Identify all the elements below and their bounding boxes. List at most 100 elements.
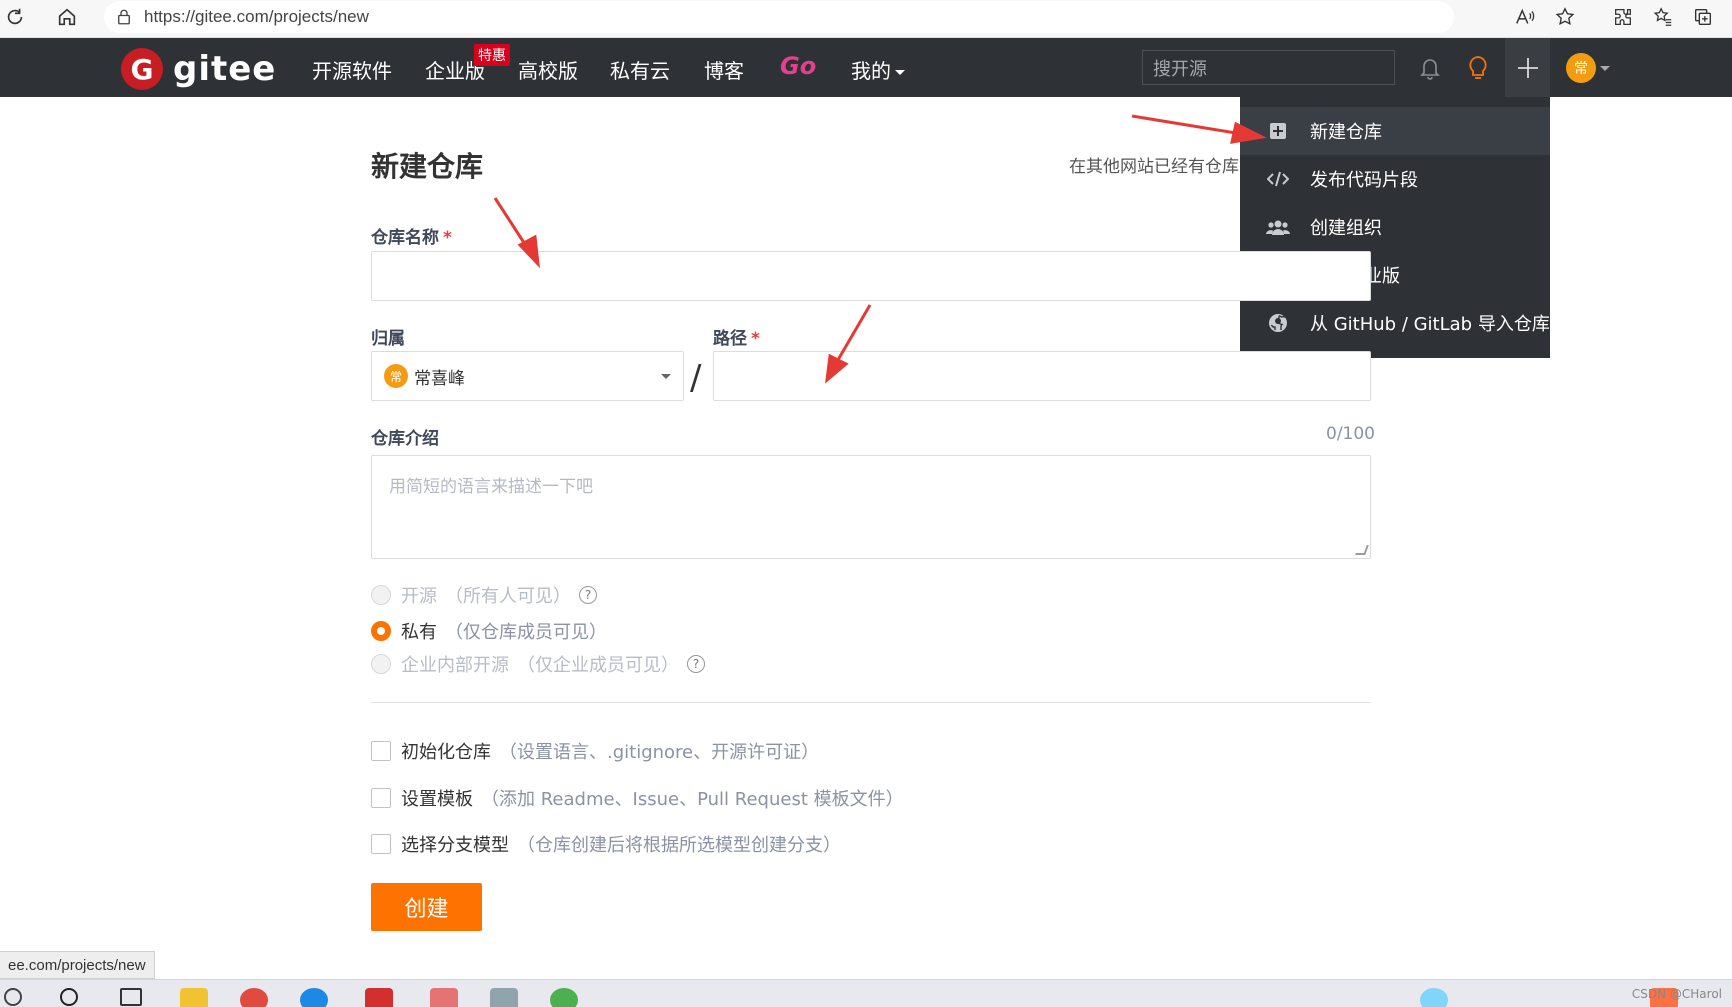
- create-button[interactable]: 创建: [371, 883, 482, 931]
- checkbox-hint: （添加 Readme、Issue、Pull Request 模板文件）: [481, 789, 904, 810]
- chevron-down-icon: [661, 374, 671, 379]
- favorites-icon[interactable]: [1648, 2, 1678, 32]
- menu-item-create-org[interactable]: 创建组织: [1240, 203, 1550, 251]
- menu-item-publish-snippet[interactable]: 发布代码片段: [1240, 155, 1550, 203]
- checkbox[interactable]: [371, 834, 391, 854]
- checkbox[interactable]: [371, 741, 391, 761]
- chevron-down-icon: [895, 70, 905, 75]
- owner-select[interactable]: 常 常喜峰: [371, 351, 684, 401]
- radio-label: 开源: [401, 586, 437, 607]
- radio-hint: （仅仓库成员可见）: [445, 622, 607, 643]
- checkbox[interactable]: [371, 788, 391, 808]
- nav-university[interactable]: 高校版: [518, 55, 578, 84]
- gitee-logo[interactable]: G gitee: [121, 48, 276, 90]
- file-explorer-icon[interactable]: [180, 988, 208, 1007]
- create-menu-button[interactable]: [1505, 38, 1550, 97]
- required-mark: *: [751, 329, 760, 349]
- help-icon[interactable]: ?: [579, 586, 597, 604]
- path-label-text: 路径: [713, 329, 747, 349]
- page-title: 新建仓库: [371, 150, 484, 183]
- menu-item-label: 发布代码片段: [1310, 170, 1418, 191]
- nav-mine[interactable]: 我的: [851, 55, 905, 84]
- menu-item-label: 从 GitHub / GitLab 导入仓库: [1310, 314, 1550, 335]
- import-hint-link[interactable]: 在其他网站已经有仓库: [1069, 152, 1240, 177]
- visibility-enterprise-internal[interactable]: 企业内部开源 （仅企业成员可见） ?: [371, 651, 705, 677]
- nav-go[interactable]: Go: [780, 52, 816, 80]
- gitee-logo-icon: G: [121, 48, 163, 90]
- lock-icon[interactable]: [104, 8, 144, 26]
- radio-button-selected[interactable]: [371, 621, 391, 641]
- option-branch-model[interactable]: 选择分支模型 （仓库创建后将根据所选模型创建分支）: [371, 831, 841, 857]
- checkbox-label: 选择分支模型: [401, 835, 509, 856]
- user-avatar[interactable]: 常: [1566, 53, 1596, 83]
- extensions-icon[interactable]: [1608, 2, 1638, 32]
- visibility-open-source[interactable]: 开源 （所有人可见） ?: [371, 582, 597, 608]
- collections-icon[interactable]: [1688, 2, 1718, 32]
- search-input[interactable]: 搜开源: [1142, 50, 1395, 85]
- lightbulb-icon[interactable]: [1462, 52, 1494, 84]
- browser-toolbar: https://gitee.com/projects/new: [0, 0, 1732, 38]
- avatar-chevron-down-icon[interactable]: [1600, 66, 1610, 71]
- plus-square-icon: [1264, 122, 1292, 140]
- nav-mine-label: 我的: [851, 59, 891, 83]
- menu-item-label: 创建组织: [1310, 218, 1382, 239]
- owner-name: 常喜峰: [414, 368, 465, 389]
- task-view-icon[interactable]: [120, 988, 142, 1006]
- chrome-icon[interactable]: [240, 988, 268, 1007]
- reload-icon[interactable]: [0, 2, 30, 32]
- radio-hint: （仅企业成员可见）: [517, 655, 679, 676]
- checkbox-hint: （设置语言、.gitignore、开源许可证）: [499, 742, 820, 763]
- gitee-logo-text: gitee: [173, 49, 277, 89]
- start-search-icon[interactable]: [4, 988, 22, 1006]
- checkbox-label: 初始化仓库: [401, 742, 491, 763]
- nav-open-source[interactable]: 开源软件: [312, 55, 392, 84]
- nav-private-cloud[interactable]: 私有云: [610, 55, 670, 84]
- bell-icon[interactable]: [1414, 52, 1446, 84]
- owner-avatar: 常: [384, 364, 408, 388]
- menu-item-import-repo[interactable]: 从 GitHub / GitLab 导入仓库: [1240, 299, 1550, 347]
- create-dropdown-menu: 新建仓库 发布代码片段 创建组织 开通企业版 从 GitHub / GitLab…: [1240, 97, 1550, 358]
- app-icon[interactable]: [490, 988, 518, 1007]
- option-init-repo[interactable]: 初始化仓库 （设置语言、.gitignore、开源许可证）: [371, 738, 819, 764]
- address-url: https://gitee.com/projects/new: [144, 7, 369, 26]
- read-aloud-icon[interactable]: [1510, 2, 1540, 32]
- resize-handle-icon[interactable]: [1355, 545, 1369, 555]
- wps-icon[interactable]: [365, 988, 393, 1007]
- search-icon[interactable]: [60, 988, 78, 1006]
- radio-button[interactable]: [371, 585, 391, 605]
- nav-blog[interactable]: 博客: [704, 55, 744, 84]
- weather-icon[interactable]: [1420, 988, 1448, 1007]
- radio-button[interactable]: [371, 654, 391, 674]
- help-icon[interactable]: ?: [687, 655, 705, 673]
- option-template[interactable]: 设置模板 （添加 Readme、Issue、Pull Request 模板文件）: [371, 785, 904, 811]
- repo-name-label-text: 仓库名称: [371, 228, 439, 248]
- repo-name-label: 仓库名称 *: [371, 223, 452, 248]
- plus-icon: [1517, 57, 1538, 78]
- path-separator: /: [690, 358, 702, 398]
- users-icon: [1264, 219, 1292, 235]
- owner-label: 归属: [371, 329, 405, 349]
- menu-item-label: 新建仓库: [1310, 122, 1382, 143]
- menu-item-new-repo[interactable]: 新建仓库: [1240, 107, 1550, 155]
- repo-name-input[interactable]: [371, 251, 1371, 301]
- intro-label: 仓库介绍: [371, 429, 439, 449]
- code-icon: [1264, 170, 1292, 188]
- status-bar-url: ee.com/projects/new: [0, 951, 155, 979]
- edge-icon[interactable]: [300, 988, 328, 1007]
- checkbox-hint: （仓库创建后将根据所选模型创建分支）: [517, 835, 841, 856]
- path-input[interactable]: [713, 351, 1371, 401]
- app-icon[interactable]: [430, 988, 458, 1007]
- required-mark: *: [443, 228, 452, 248]
- hot-badge: 特惠: [474, 44, 510, 66]
- intro-placeholder: 用简短的语言来描述一下吧: [389, 477, 593, 497]
- address-bar[interactable]: https://gitee.com/projects/new: [104, 1, 1454, 33]
- path-label: 路径 *: [713, 324, 760, 349]
- radio-label: 企业内部开源: [401, 655, 509, 676]
- favorite-add-icon[interactable]: [1550, 2, 1580, 32]
- wechat-icon[interactable]: [550, 988, 578, 1007]
- visibility-private[interactable]: 私有 （仅仓库成员可见）: [371, 618, 607, 644]
- intro-textarea[interactable]: 用简短的语言来描述一下吧: [371, 455, 1371, 559]
- home-icon[interactable]: [52, 2, 82, 32]
- watermark-text: CSDN @CHarol: [1631, 987, 1722, 1001]
- intro-char-counter: 0/100: [1326, 424, 1375, 444]
